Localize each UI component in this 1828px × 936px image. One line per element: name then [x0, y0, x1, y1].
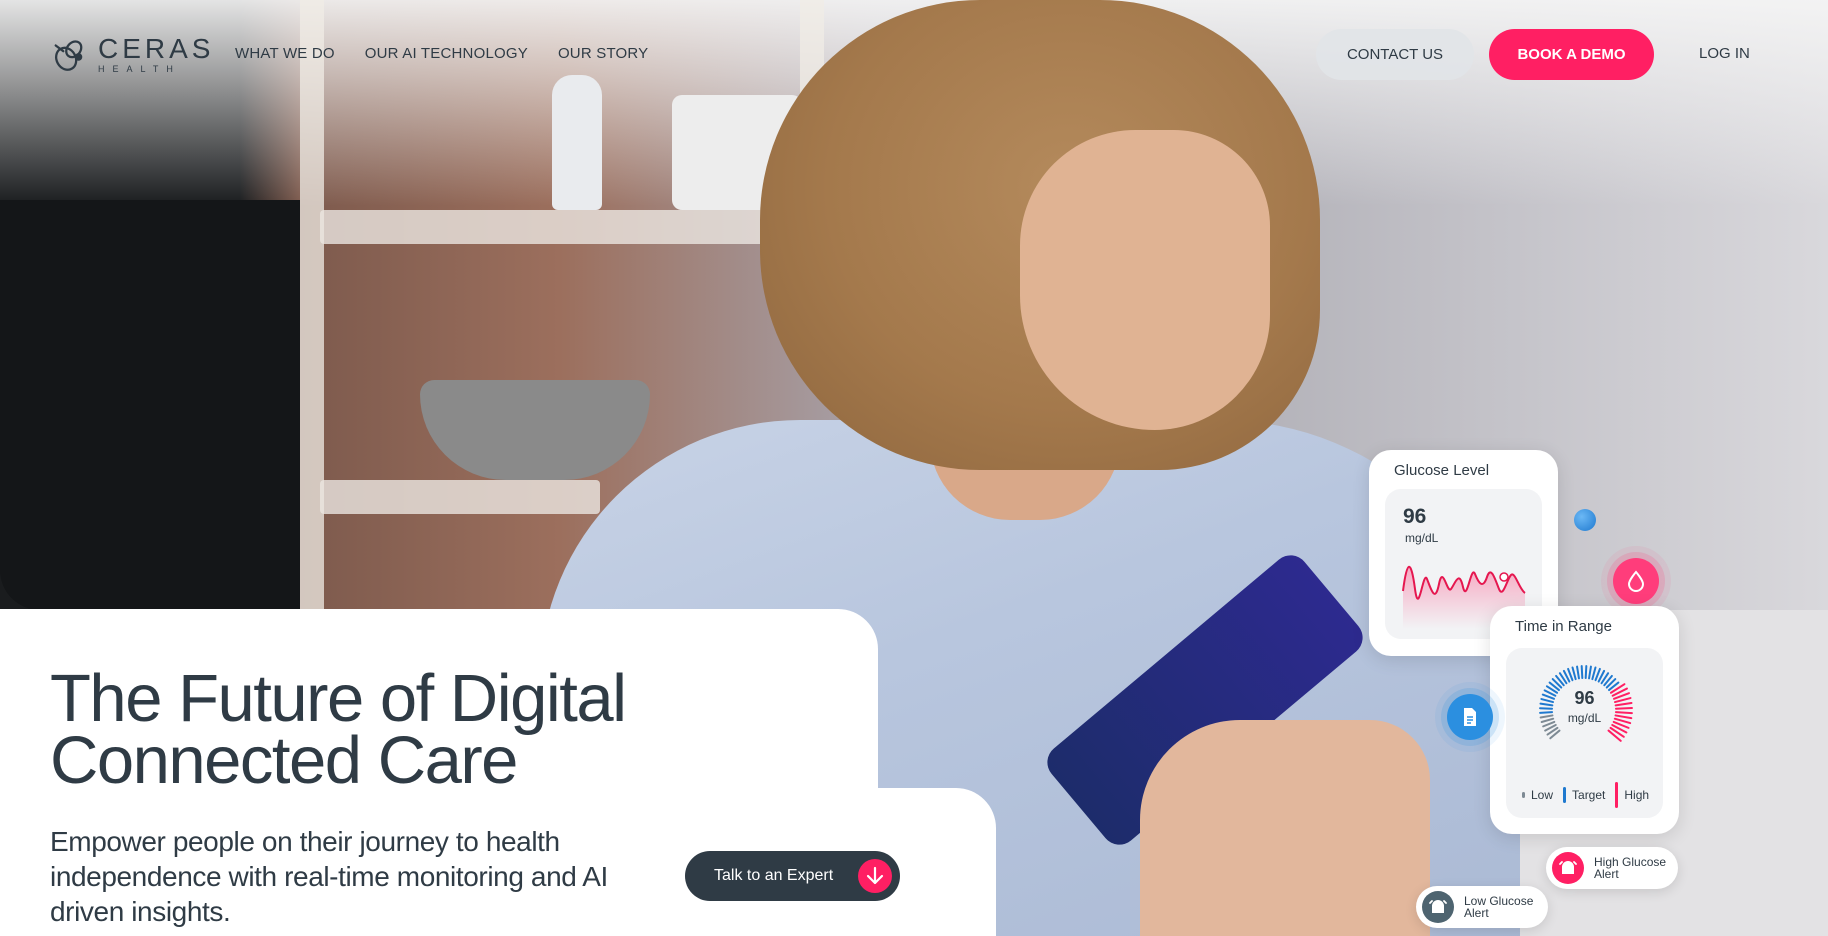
- alarm-bell-icon: [1552, 852, 1584, 884]
- legend-high-swatch: [1615, 782, 1619, 808]
- gauge-tick: [1576, 665, 1580, 680]
- dark-wall-area: [0, 200, 300, 610]
- arrow-down-icon: [858, 859, 892, 893]
- glucose-card-title: Glucose Level: [1394, 462, 1490, 479]
- hero-subtext: Empower people on their journey to healt…: [50, 826, 608, 927]
- gauge-tick: [1580, 665, 1584, 680]
- legend-target-swatch: [1563, 787, 1567, 803]
- tir-value: 96: [1574, 688, 1595, 708]
- contact-us-button[interactable]: CONTACT US: [1316, 29, 1474, 80]
- brand-name: CERAS: [98, 33, 215, 64]
- gauge-tick: [1591, 666, 1597, 681]
- hero-headline: The Future of Digital Connected Care: [50, 661, 627, 798]
- shelf: [320, 210, 820, 244]
- shelf: [320, 480, 600, 514]
- tir-legend: Low Target High: [1522, 782, 1649, 808]
- glucose-value: 96: [1403, 505, 1427, 528]
- tir-card-title: Time in Range: [1515, 618, 1612, 635]
- gauge-tick: [1584, 665, 1588, 680]
- tir-unit: mg/dL: [1567, 711, 1602, 725]
- legend-high-label: High: [1624, 788, 1650, 802]
- bee-logo-icon: [54, 39, 83, 71]
- low-glucose-alert[interactable]: Low Glucose Alert: [1416, 886, 1548, 928]
- time-in-range-gauge: [1539, 665, 1633, 742]
- site-header: CERAS HEALTH WHAT WE DO OUR AI TECHNOLOG…: [0, 0, 1828, 110]
- legend-low-swatch: [1522, 792, 1525, 798]
- nav-item-what-we-do[interactable]: WHAT WE DO: [235, 45, 335, 62]
- brand-subtitle: HEALTH: [98, 64, 181, 74]
- person-hand: [1140, 720, 1430, 936]
- brand-logo[interactable]: CERAS HEALTH: [50, 35, 214, 74]
- login-link[interactable]: LOG IN: [1699, 45, 1750, 62]
- alarm-bell-icon: [1422, 891, 1454, 923]
- glucose-unit: mg/dL: [1405, 531, 1439, 545]
- document-icon[interactable]: [1447, 694, 1493, 740]
- bowl-decor: [420, 380, 650, 480]
- main-nav: WHAT WE DO OUR AI TECHNOLOGY OUR STORY: [235, 45, 648, 62]
- legend-target-label: Target: [1572, 788, 1606, 802]
- gauge-tick: [1588, 665, 1592, 680]
- talk-to-expert-label: Talk to an Expert: [714, 867, 834, 884]
- gauge-tick: [1607, 729, 1622, 742]
- book-demo-button[interactable]: BOOK A DEMO: [1489, 29, 1654, 80]
- high-glucose-alert[interactable]: High Glucose Alert: [1546, 847, 1678, 889]
- status-dot: [1574, 509, 1596, 531]
- talk-to-expert-button[interactable]: Talk to an Expert: [685, 851, 900, 901]
- low-glucose-alert-label: Low Glucose Alert: [1464, 894, 1534, 920]
- nav-item-ai-technology[interactable]: OUR AI TECHNOLOGY: [365, 45, 528, 62]
- legend-low-label: Low: [1531, 788, 1554, 802]
- gauge-tick: [1571, 666, 1577, 681]
- nav-item-our-story[interactable]: OUR STORY: [558, 45, 648, 62]
- high-glucose-alert-label: High Glucose Alert: [1594, 855, 1667, 881]
- blood-drop-icon[interactable]: [1613, 558, 1659, 604]
- person-face: [1020, 130, 1270, 430]
